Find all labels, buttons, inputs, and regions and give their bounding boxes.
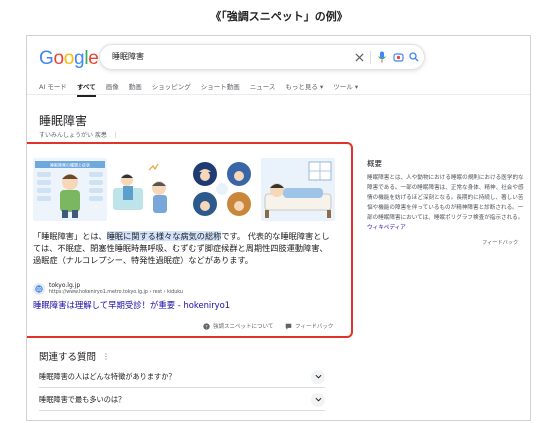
snippet-text-pre: 「睡眠障害」とは、 bbox=[33, 231, 107, 241]
figure-caption: 《「強調スニペット」の例》 bbox=[210, 10, 348, 23]
source-url[interactable]: https://www.hokeniryo1.metro.tokyo.lg.jp… bbox=[49, 290, 183, 295]
microphone-icon[interactable] bbox=[375, 50, 389, 64]
about-snippets-label: 強調スニペットについて bbox=[213, 324, 274, 330]
tabs-divider bbox=[27, 94, 530, 95]
chevron-down-icon[interactable] bbox=[311, 392, 325, 407]
help-icon: ? bbox=[203, 322, 210, 330]
source-title-link[interactable]: 睡眠障害は理解して早期受診！が重要 - hokeniryo1 bbox=[33, 299, 230, 311]
divider bbox=[370, 51, 371, 64]
source-site[interactable]: tokyo.lg.jp bbox=[49, 282, 80, 289]
snippet-image-insomnia[interactable] bbox=[109, 158, 183, 221]
people-also-ask-title: 関連する質問 ⋮ bbox=[39, 349, 110, 364]
snippet-text-highlight: 睡眠に関する様々な病気の総称 bbox=[106, 231, 222, 241]
snippet-feedback-label: フィードバック bbox=[295, 324, 334, 330]
google-logo[interactable]: Google bbox=[39, 48, 99, 70]
globe-icon bbox=[33, 283, 45, 295]
paa-menu-icon[interactable]: ⋮ bbox=[102, 352, 110, 361]
more-options-icon[interactable]: ⋮ bbox=[113, 132, 119, 139]
knowledge-panel-title: 概要 bbox=[367, 159, 382, 168]
paa-heading: 関連する質問 bbox=[39, 352, 97, 363]
knowledge-panel-description: 睡眠障害とは、人や動物における睡眠の規則における医学的な障害である。一部の睡眠障… bbox=[367, 175, 524, 221]
search-icon[interactable] bbox=[407, 50, 421, 64]
clear-icon[interactable] bbox=[352, 50, 366, 64]
knowledge-panel-feedback[interactable]: フィードバック bbox=[482, 239, 518, 246]
paa-question[interactable]: 睡眠障害の人はどんな特徴がありますか？ bbox=[39, 366, 325, 388]
search-input[interactable]: 睡眠障害 bbox=[112, 51, 144, 62]
search-results-screenshot: Google 睡眠障害 AI モード すべて 画像 動画 ショッピング ショート… bbox=[26, 35, 531, 421]
about-snippets-link[interactable]: ? 強調スニペットについて bbox=[203, 322, 273, 330]
wikipedia-link[interactable]: ウィキペディア bbox=[367, 225, 406, 231]
snippet-text: 「睡眠障害」とは、睡眠に関する様々な病気の総称です。 代表的な睡眠障害としては、… bbox=[33, 230, 335, 266]
snippet-feedback-button[interactable]: フィードバック bbox=[285, 322, 333, 330]
paa-question-text: 睡眠障害の人はどんな特徴がありますか？ bbox=[39, 371, 176, 381]
snippet-image-strip: 睡眠障害の種類と症状 bbox=[33, 158, 335, 221]
entity-subtitle: すいみんしょうがい 疾患 ⋮ bbox=[39, 130, 119, 139]
entity-title: 睡眠障害 bbox=[39, 114, 88, 128]
chevron-down-icon[interactable] bbox=[311, 369, 325, 384]
snippet-image-sleep-types[interactable]: 睡眠障害の種類と症状 bbox=[33, 158, 107, 221]
knowledge-panel-text: 睡眠障害とは、人や動物における睡眠の規則における医学的な障害である。一部の睡眠障… bbox=[367, 173, 525, 233]
entity-subtitle-text: すいみんしょうがい 疾患 bbox=[39, 132, 107, 139]
image-heading: 睡眠障害の種類と症状 bbox=[50, 162, 90, 168]
feedback-icon bbox=[285, 323, 292, 330]
search-box[interactable]: 睡眠障害 bbox=[99, 44, 425, 70]
paa-question-text: 睡眠障害で最も多いのは？ bbox=[39, 394, 126, 404]
lens-icon[interactable] bbox=[391, 50, 405, 64]
snippet-image-bedroom[interactable] bbox=[261, 158, 335, 221]
snippet-image-sleep-apnea[interactable] bbox=[185, 158, 259, 221]
paa-question[interactable]: 睡眠障害で最も多いのは？ bbox=[39, 389, 325, 411]
